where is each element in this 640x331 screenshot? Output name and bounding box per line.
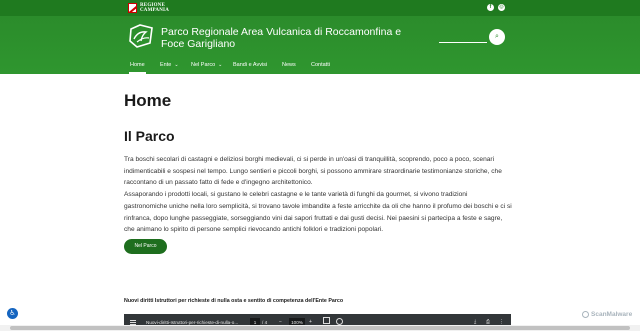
accessibility-button[interactable]: ♿ [7,308,18,319]
nav-item-label: Contatti [311,62,330,68]
region-flag-icon [128,3,137,13]
nav-item-label: Nel Parco [191,62,216,68]
horizontal-scrollbar[interactable] [0,325,640,331]
scrollbar-thumb[interactable] [10,326,630,330]
nav-item-contatti[interactable]: Contatti [311,62,330,69]
main-nav: Home Ente ⌄ Nel Parco ⌄ Bandi e Avvisi New… [0,56,640,74]
regione-campania-logo[interactable]: REGIONE CAMPANIA [128,3,169,13]
watermark-text: ScanMalware [591,311,633,318]
chevron-down-icon: ⌄ [174,62,179,68]
nav-item-label: Home [130,62,145,68]
top-bar: REGIONE CAMPANIA f ◎ [0,0,640,16]
site-header: Parco Regionale Area Vulcanica di Roccam… [0,16,640,74]
nav-item-label: Ente [160,62,172,68]
document-title: Nuovi diritti Istruttori per richieste d… [124,298,344,304]
section-title: Il Parco [124,128,175,144]
scanmalware-logo-icon [582,311,589,318]
watermark: ScanMalware [582,311,632,318]
nav-item-home[interactable]: Home [129,62,146,74]
instagram-icon[interactable]: ◎ [498,4,505,11]
search-button[interactable]: ⌕ [489,29,505,45]
rotate-icon[interactable] [336,318,343,325]
nav-item-ente[interactable]: Ente ⌄ [160,62,179,69]
chevron-down-icon: ⌄ [218,62,223,68]
park-logo-icon[interactable] [128,23,154,49]
site-title[interactable]: Parco Regionale Area Vulcanica di Roccam… [161,26,421,50]
nav-item-label: News [282,62,296,68]
nav-item-nel-parco[interactable]: Nel Parco ⌄ [191,62,222,69]
search-input[interactable] [439,29,487,43]
park-description: Tra boschi secolari di castagni e delizi… [124,156,512,234]
region-line2: CAMPANIA [140,8,170,13]
nel-parco-button[interactable]: Nel Parco [124,239,167,254]
fit-page-icon[interactable] [323,317,330,324]
nav-item-news[interactable]: News [282,62,296,69]
facebook-icon[interactable]: f [487,4,494,11]
nav-item-bandi-e-avvisi[interactable]: Bandi e Avvisi [233,62,267,69]
page-title: Home [124,91,172,110]
nav-item-label: Bandi e Avvisi [233,62,268,68]
